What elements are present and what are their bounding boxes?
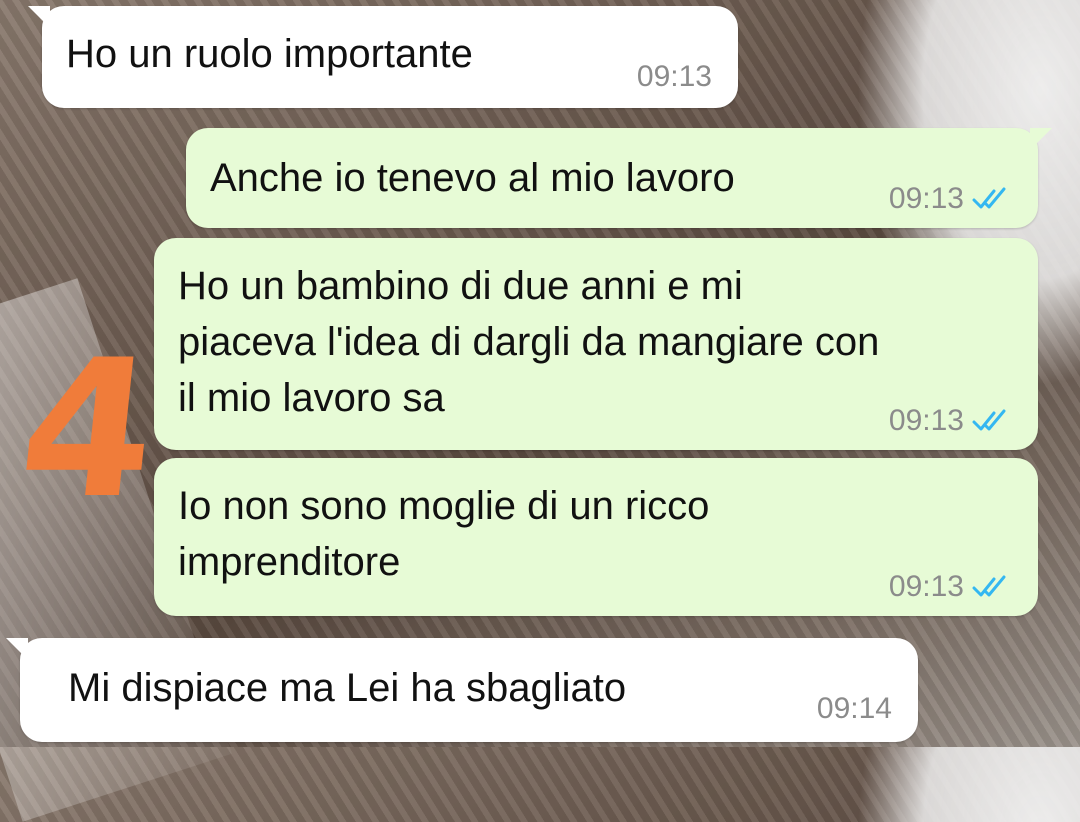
message-bubble-outgoing[interactable]: Anche io tenevo al mio lavoro 09:13 bbox=[186, 128, 1052, 228]
message-text: Ho un ruolo importante bbox=[66, 32, 473, 76]
message-text: Io non sono moglie di un ricco imprendit… bbox=[178, 484, 710, 584]
message-bubble-outgoing[interactable]: Ho un bambino di due anni e mi piaceva l… bbox=[154, 238, 1038, 450]
message-meta: 09:13 bbox=[889, 404, 1016, 438]
message-bubble-outgoing[interactable]: Io non sono moglie di un ricco imprendit… bbox=[154, 458, 1038, 616]
message-time: 09:14 bbox=[816, 692, 892, 725]
message-meta: 09:13 bbox=[889, 570, 1016, 604]
message-time: 09:13 bbox=[888, 404, 964, 437]
chat-message-list[interactable]: Ho un ruolo importante 09:13 Anche io te… bbox=[0, 0, 1080, 747]
message-text: Mi dispiace ma Lei ha sbagliato bbox=[68, 666, 627, 710]
message-meta: 09:13 bbox=[637, 60, 712, 94]
read-double-check-icon bbox=[972, 409, 1006, 431]
message-time: 09:13 bbox=[888, 182, 964, 215]
message-time: 09:13 bbox=[888, 570, 964, 603]
message-text: Anche io tenevo al mio lavoro bbox=[210, 156, 735, 200]
read-double-check-icon bbox=[972, 575, 1006, 597]
annotation-number-label: 4 bbox=[10, 319, 166, 540]
message-meta: 09:14 bbox=[817, 692, 892, 726]
read-double-check-icon bbox=[972, 187, 1006, 209]
message-meta: 09:13 bbox=[889, 182, 1016, 216]
message-bubble-incoming[interactable]: Mi dispiace ma Lei ha sbagliato 09:14 bbox=[6, 638, 918, 742]
message-text: Ho un bambino di due anni e mi piaceva l… bbox=[178, 264, 880, 420]
message-bubble-incoming[interactable]: Ho un ruolo importante 09:13 bbox=[28, 6, 738, 108]
message-time: 09:13 bbox=[636, 60, 712, 93]
